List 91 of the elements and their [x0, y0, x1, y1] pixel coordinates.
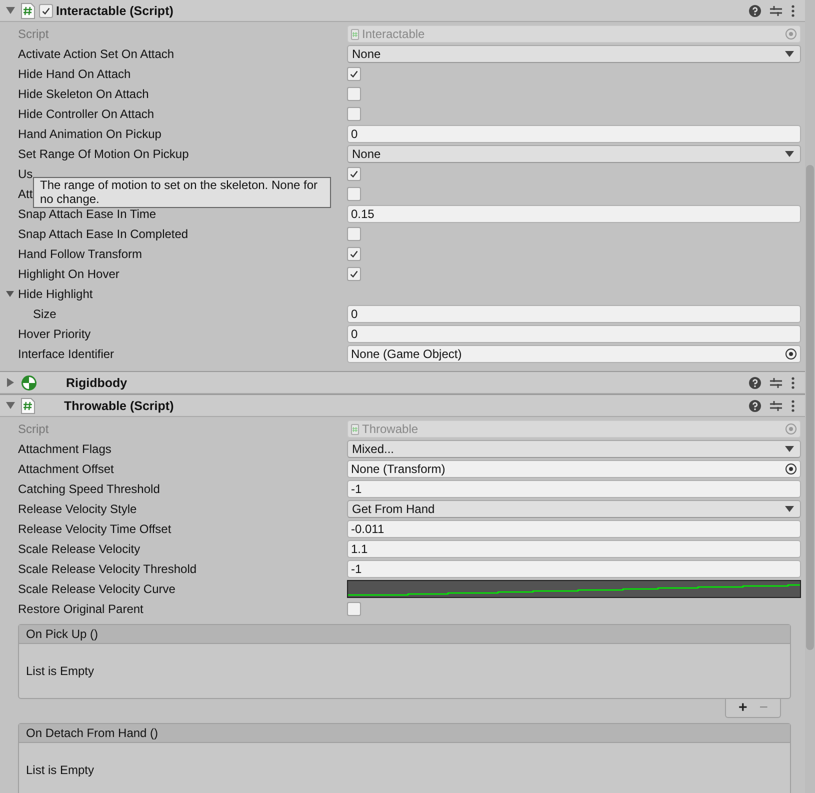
curve-field[interactable]	[347, 580, 801, 598]
checkbox[interactable]	[347, 87, 361, 101]
field-label: Us	[18, 167, 33, 181]
field-label: Interface Identifier	[18, 347, 114, 361]
field-label: Hide Hand On Attach	[18, 67, 131, 81]
preset-icon[interactable]	[770, 4, 782, 16]
foldout-label[interactable]: Hide Highlight	[18, 287, 93, 301]
foldout-arrow-icon[interactable]	[6, 290, 14, 298]
field-label: Hand Follow Transform	[18, 247, 142, 261]
component-title: Interactable (Script)	[56, 4, 174, 18]
input-field[interactable]: 1.1	[347, 540, 801, 558]
field-label: Script	[18, 27, 49, 41]
empty-list-text: List is Empty	[26, 763, 94, 777]
help-icon[interactable]	[749, 376, 761, 388]
script-icon	[21, 2, 35, 18]
field-label: Att	[18, 187, 33, 201]
field-label: Restore Original Parent	[18, 602, 144, 616]
input-field[interactable]: -1	[347, 560, 801, 578]
dropdown-arrow-icon	[785, 506, 794, 512]
scrollbar-thumb[interactable]	[806, 165, 814, 650]
dropdown-arrow-icon	[785, 446, 794, 452]
check-icon	[348, 168, 360, 180]
field-label: Activate Action Set On Attach	[18, 47, 174, 61]
foldout-arrow-icon[interactable]	[6, 378, 15, 387]
dropdown[interactable]: None	[347, 45, 801, 63]
checkbox[interactable]	[347, 187, 361, 201]
menu-icon[interactable]	[791, 400, 795, 412]
dropdown[interactable]: Mixed...	[347, 440, 801, 458]
foldout-arrow-icon[interactable]	[6, 401, 15, 410]
field-label: Set Range Of Motion On Pickup	[18, 147, 189, 161]
empty-list-text: List is Empty	[26, 664, 94, 678]
input-field[interactable]: 0	[347, 125, 801, 143]
field-label: Snap Attach Ease In Time	[18, 207, 156, 221]
dropdown[interactable]: Get From Hand	[347, 500, 801, 518]
check-icon	[348, 268, 360, 280]
field-label: Hand Animation On Pickup	[18, 127, 162, 141]
add-button[interactable]: +	[734, 699, 752, 717]
object-field[interactable]: None (Transform)	[347, 460, 801, 478]
check-icon	[348, 248, 360, 260]
field-label: Scale Release Velocity	[18, 542, 140, 556]
script-icon	[351, 28, 359, 40]
checkbox[interactable]	[39, 4, 53, 18]
preset-icon[interactable]	[770, 376, 782, 388]
field-label: Scale Release Velocity Threshold	[18, 562, 197, 576]
field-label: Attachment Flags	[18, 442, 112, 456]
field-label: Scale Release Velocity Curve	[18, 582, 176, 596]
event-header: On Pick Up ()	[19, 625, 790, 644]
rigidbody-icon	[21, 374, 37, 390]
field-label: Hover Priority	[18, 327, 91, 341]
menu-icon[interactable]	[791, 376, 795, 388]
help-icon[interactable]	[749, 400, 761, 412]
input-field[interactable]: -0.011	[347, 520, 801, 538]
object-field[interactable]: None (Game Object)	[347, 345, 801, 363]
field-label: Size	[33, 307, 56, 321]
scrollbar[interactable]	[805, 0, 815, 793]
script-icon	[351, 424, 359, 434]
field-label: Release Velocity Time Offset	[18, 522, 172, 536]
input-field[interactable]: 0	[347, 305, 801, 323]
field-label: Release Velocity Style	[18, 502, 137, 516]
checkbox[interactable]	[347, 247, 361, 261]
field-label: Hide Controller On Attach	[18, 107, 154, 121]
component-title: Throwable (Script)	[64, 398, 174, 412]
field-label: Hide Skeleton On Attach	[18, 87, 149, 101]
field-label: Snap Attach Ease In Completed	[18, 227, 188, 241]
foldout-arrow-icon[interactable]	[6, 6, 15, 15]
checkbox[interactable]	[347, 267, 361, 281]
checkbox[interactable]	[347, 107, 361, 121]
event-header: On Detach From Hand ()	[19, 724, 790, 743]
checkbox[interactable]	[347, 602, 361, 616]
dropdown[interactable]: None	[347, 145, 801, 163]
check-icon	[348, 68, 360, 80]
help-icon[interactable]	[749, 4, 761, 16]
checkbox[interactable]	[347, 227, 361, 241]
field-label: Attachment Offset	[18, 462, 114, 476]
checkbox[interactable]	[347, 167, 361, 181]
target-icon[interactable]	[785, 348, 797, 360]
dropdown-arrow-icon	[785, 151, 794, 157]
input-field[interactable]: 0	[347, 325, 801, 343]
script-icon	[21, 398, 35, 414]
field-label: Catching Speed Threshold	[18, 482, 160, 496]
tooltip: The range of motion to set on the skeleton. None for no change.	[33, 177, 331, 208]
input-field[interactable]: 0.15	[347, 205, 801, 223]
input-field[interactable]: -1	[347, 480, 801, 498]
preset-icon[interactable]	[770, 400, 782, 412]
menu-icon[interactable]	[791, 4, 795, 16]
field-label: Script	[18, 422, 49, 436]
component-title: Rigidbody	[66, 376, 128, 390]
field-label: Highlight On Hover	[18, 267, 120, 281]
dropdown-arrow-icon	[785, 51, 794, 57]
target-icon[interactable]	[785, 463, 797, 475]
checkbox[interactable]	[347, 67, 361, 81]
